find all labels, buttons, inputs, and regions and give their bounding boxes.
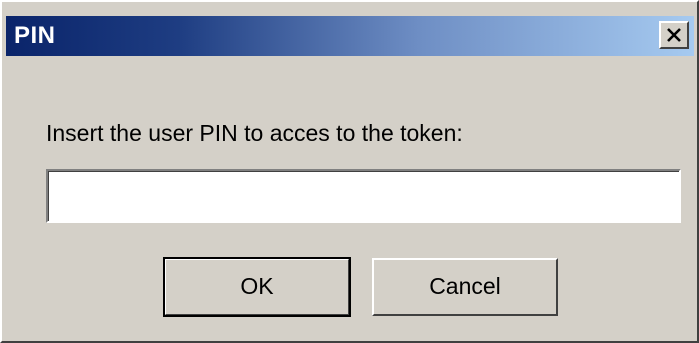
ok-button[interactable]: OK — [163, 257, 351, 317]
pin-dialog: PIN Insert the user PIN to acces to the … — [0, 0, 699, 343]
close-icon — [667, 28, 681, 42]
pin-prompt-label: Insert the user PIN to acces to the toke… — [46, 120, 463, 146]
window-title: PIN — [14, 22, 56, 49]
pin-input[interactable] — [46, 169, 681, 223]
close-button[interactable] — [659, 21, 689, 49]
title-bar[interactable]: PIN — [6, 16, 694, 56]
cancel-button[interactable]: Cancel — [372, 258, 558, 316]
